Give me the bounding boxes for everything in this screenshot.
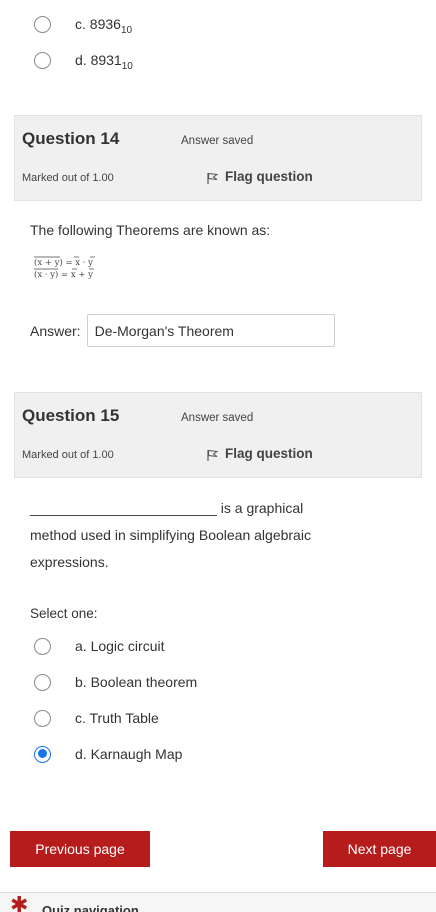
radio-option-c-prev[interactable] — [34, 15, 51, 33]
question-14-text: The following Theorems are known as: — [30, 222, 271, 238]
question-15-text-line1: ________________________ is a graphical — [30, 500, 303, 516]
question-15-text-line2: method used in simplifying Boolean algeb… — [30, 527, 311, 543]
previous-page-button[interactable]: Previous page — [10, 831, 150, 867]
select-one-label: Select one: — [30, 606, 98, 621]
option-b-label: b. Boolean theorem — [75, 674, 198, 690]
option-d[interactable]: d. Karnaugh Map — [34, 742, 182, 766]
question-15-info: Question 15 Answer saved Marked out of 1… — [14, 392, 422, 478]
flag-question-14-label: Flag question — [225, 169, 313, 184]
asterisk-icon: ✱ — [10, 892, 29, 912]
flag-question-14-button[interactable]: Flag question — [207, 169, 313, 184]
option-c[interactable]: c. Truth Table — [34, 706, 159, 730]
question-15-text-part1: is a graphical — [220, 500, 304, 516]
radio-option-c[interactable] — [34, 709, 51, 727]
option-d-prev-label: d. 893110 — [75, 52, 133, 72]
question-15-state: Answer saved — [181, 412, 254, 424]
option-a-label: a. Logic circuit — [75, 638, 165, 654]
next-page-button[interactable]: Next page — [323, 831, 436, 867]
question-14-state: Answer saved — [181, 135, 254, 147]
quiz-navigation-label[interactable]: Quiz navigation — [42, 903, 139, 912]
question-15-number: Question 15 — [22, 406, 120, 425]
radio-option-d-prev[interactable] — [34, 51, 51, 69]
option-d-prev[interactable]: d. 893110 — [34, 48, 133, 72]
option-d-label: d. Karnaugh Map — [75, 746, 183, 762]
question-14-number: Question 14 — [22, 129, 120, 148]
option-c-prev-label: c. 893610 — [75, 16, 133, 36]
option-b[interactable]: b. Boolean theorem — [34, 670, 197, 694]
option-a[interactable]: a. Logic circuit — [34, 634, 164, 658]
radio-option-d[interactable] — [34, 745, 51, 763]
question-15-blank: ________________________ — [30, 500, 217, 516]
question-15-marks: Marked out of 1.00 — [22, 449, 114, 461]
question-14-answer: Answer: — [30, 314, 335, 347]
radio-option-b[interactable] — [34, 673, 51, 691]
question-14-info: Question 14 Answer saved Marked out of 1… — [14, 115, 422, 201]
flag-icon — [207, 172, 218, 184]
radio-option-a[interactable] — [34, 637, 51, 655]
option-c-label: c. Truth Table — [75, 710, 159, 726]
option-c-prev[interactable]: c. 893610 — [34, 12, 132, 36]
svg-text:(x + y) = x · y: (x + y) = x · y — [34, 257, 93, 268]
demorgan-formula-image: (x + y) = x · y (x · y) = x + y — [34, 256, 95, 280]
question-14-marks: Marked out of 1.00 — [22, 172, 114, 184]
svg-text:(x · y) = x + y: (x · y) = x + y — [34, 269, 93, 280]
question-15-text-line3: expressions. — [30, 554, 109, 570]
flag-icon — [207, 449, 218, 461]
flag-question-15-label: Flag question — [225, 446, 313, 461]
answer-label: Answer: — [30, 322, 81, 339]
flag-question-15-button[interactable]: Flag question — [207, 446, 313, 461]
answer-input[interactable] — [86, 314, 335, 347]
